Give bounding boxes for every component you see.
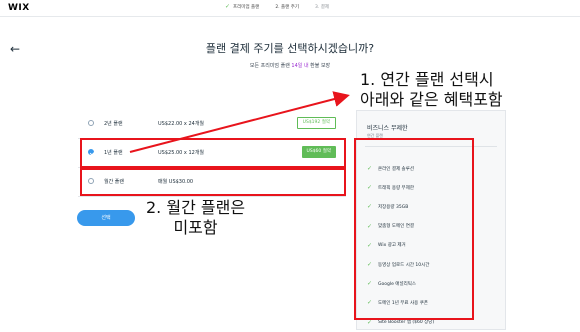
subtitle-suffix: 환불 보장 — [310, 63, 331, 69]
step-label: 2. 플랜 주기 — [275, 5, 300, 10]
annotation-note-1: 1. 연간 플랜 선택시 아래와 같은 혜택포함 — [360, 70, 503, 110]
annotation-note-2-line-1: 2. 월간 플랜은 — [146, 198, 246, 217]
step-payment: 3. 결제 — [315, 4, 329, 10]
step-premium-plan: ✓ 프리미엄 플랜 — [225, 3, 260, 11]
annotation-box-yearly-plan — [80, 138, 346, 168]
annotation-note-1-line-2: 아래와 같은 혜택포함 — [360, 90, 503, 109]
wix-logo[interactable]: WIX — [8, 3, 30, 13]
checkout-steps: ✓ 프리미엄 플랜 2. 플랜 주기 3. 결제 — [225, 3, 329, 11]
annotation-box-features — [354, 138, 474, 320]
select-button[interactable]: 선택 — [77, 210, 135, 226]
step-label: 3. 결제 — [315, 5, 330, 10]
radio-button[interactable] — [88, 120, 94, 126]
annotation-note-1-line-1: 1. 연간 플랜 선택시 — [360, 70, 494, 89]
step-plan-cycle: 2. 플랜 주기 — [275, 4, 299, 10]
savings-badge: US$192 절약 — [296, 117, 336, 129]
annotation-box-monthly-plan — [80, 168, 346, 196]
plan-price: US$22.00 x 24개월 — [158, 121, 205, 127]
subtitle-highlight: 14일 내 — [291, 63, 309, 69]
top-bar: WIX ✓ 프리미엄 플랜 2. 플랜 주기 3. 결제 — [0, 0, 580, 17]
refund-guarantee-text: 모든 프리미엄 플랜 14일 내 환불 보장 — [0, 62, 580, 69]
annotation-note-2-line-2: 미포함 — [173, 218, 218, 237]
annotation-note-2: 2. 월간 플랜은 미포함 — [146, 198, 245, 238]
subtitle-prefix: 모든 프리미엄 플랜 — [249, 63, 290, 69]
step-label: 프리미엄 플랜 — [233, 5, 260, 10]
panel-plan-title: 비즈니스 무제한 — [367, 125, 408, 132]
page-title: 플랜 결제 주기를 선택하시겠습니까? — [205, 42, 375, 55]
plan-name: 2년 플랜 — [104, 121, 123, 127]
check-icon: ✓ — [225, 3, 231, 10]
plan-option-2-year[interactable]: 2년 플랜 US$22.00 x 24개월 US$192 절약 — [78, 110, 346, 139]
